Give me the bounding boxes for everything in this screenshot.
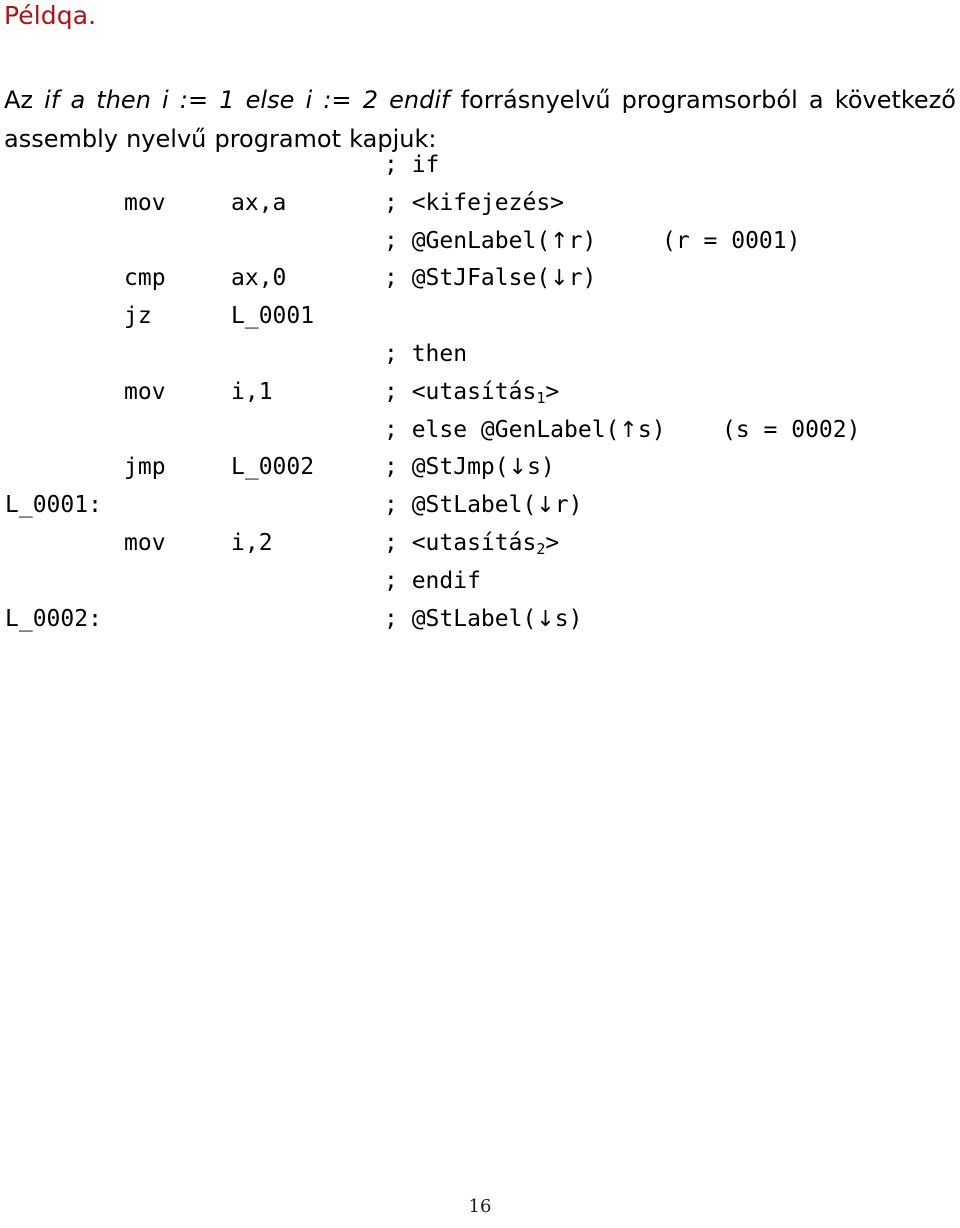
subscript: 2 (536, 540, 546, 559)
code-line: ; then (0, 341, 960, 379)
code-line: jmp L_0002 ; @StJmp(↓s) (0, 454, 960, 492)
code-comment: ; <utasítás2> (384, 529, 560, 559)
code-mnemonic: cmp (124, 265, 166, 292)
code-operand: L_0002 (231, 454, 315, 481)
code-comment: ; <kifejezés> (384, 189, 565, 216)
code-line: mov i,2 ; <utasítás2> (0, 530, 960, 568)
page-number: 16 (468, 1196, 492, 1217)
code-comment: ; <utasítás1> (384, 378, 560, 407)
code-line: L_0002: ; @StLabel(↓s) (0, 606, 960, 644)
arrow-down-icon: ↓ (508, 455, 528, 481)
code-comment: ; @StJmp(↓s) (384, 454, 555, 481)
code-mnemonic: jmp (124, 454, 166, 481)
code-comment: ; endif (384, 567, 481, 594)
code-comment: ; @StLabel(↓s) (384, 605, 583, 632)
slide-title: Példqa. (4, 1, 97, 30)
arrow-down-icon: ↓ (536, 606, 555, 632)
code-line: ; @GenLabel(↑r) (r = 0001) (0, 228, 960, 266)
code-operand: L_0001 (231, 303, 315, 330)
code-comment: ; @StJFalse(↓r) (384, 265, 597, 292)
code-comment: ; then (384, 340, 468, 367)
arrow-down-icon: ↓ (536, 493, 555, 519)
code-comment-note: (s = 0002) (722, 416, 861, 443)
code-mnemonic: mov (124, 529, 166, 556)
code-line: ; else @GenLabel(↑s) (s = 0002) (0, 417, 960, 455)
code-line: ; endif (0, 568, 960, 606)
code-operand: ax,a (231, 189, 287, 216)
assembly-code-listing: ; if mov ax,a ; <kifejezés> ; @GenLabel(↑r) (… (0, 152, 960, 643)
code-mnemonic: mov (124, 189, 166, 216)
code-line: jz L_0001 (0, 303, 960, 341)
code-comment: ; else @GenLabel(↑s) (384, 416, 666, 443)
source-code-snippet: if a then i := 1 else i := 2 endif (44, 86, 450, 114)
intro-paragraph: Az if a then i := 1 else i := 2 endif fo… (4, 81, 956, 159)
code-line: mov i,1 ; <utasítás1> (0, 379, 960, 417)
arrow-down-icon: ↓ (550, 266, 569, 292)
code-comment: ; @GenLabel(↑r) (384, 227, 597, 254)
intro-prefix: Az (4, 86, 45, 114)
code-comment: ; @StLabel(↓r) (384, 492, 583, 519)
code-operand: ax,0 (231, 265, 287, 292)
code-comment-note: (r = 0001) (662, 227, 801, 254)
subscript: 1 (536, 388, 546, 407)
arrow-up-icon: ↑ (550, 228, 569, 254)
code-line: cmp ax,0 ; @StJFalse(↓r) (0, 265, 960, 303)
code-comment: ; if (384, 152, 440, 178)
code-line: mov ax,a ; <kifejezés> (0, 190, 960, 228)
code-mnemonic: mov (124, 378, 166, 405)
code-label: L_0001: (5, 492, 102, 519)
code-line: ; if (0, 152, 960, 190)
code-line: L_0001: ; @StLabel(↓r) (0, 492, 960, 530)
code-operand: i,2 (231, 529, 273, 556)
arrow-up-icon: ↑ (619, 417, 638, 443)
code-label: L_0002: (5, 605, 102, 632)
code-mnemonic: jz (124, 303, 152, 330)
code-operand: i,1 (231, 378, 273, 405)
